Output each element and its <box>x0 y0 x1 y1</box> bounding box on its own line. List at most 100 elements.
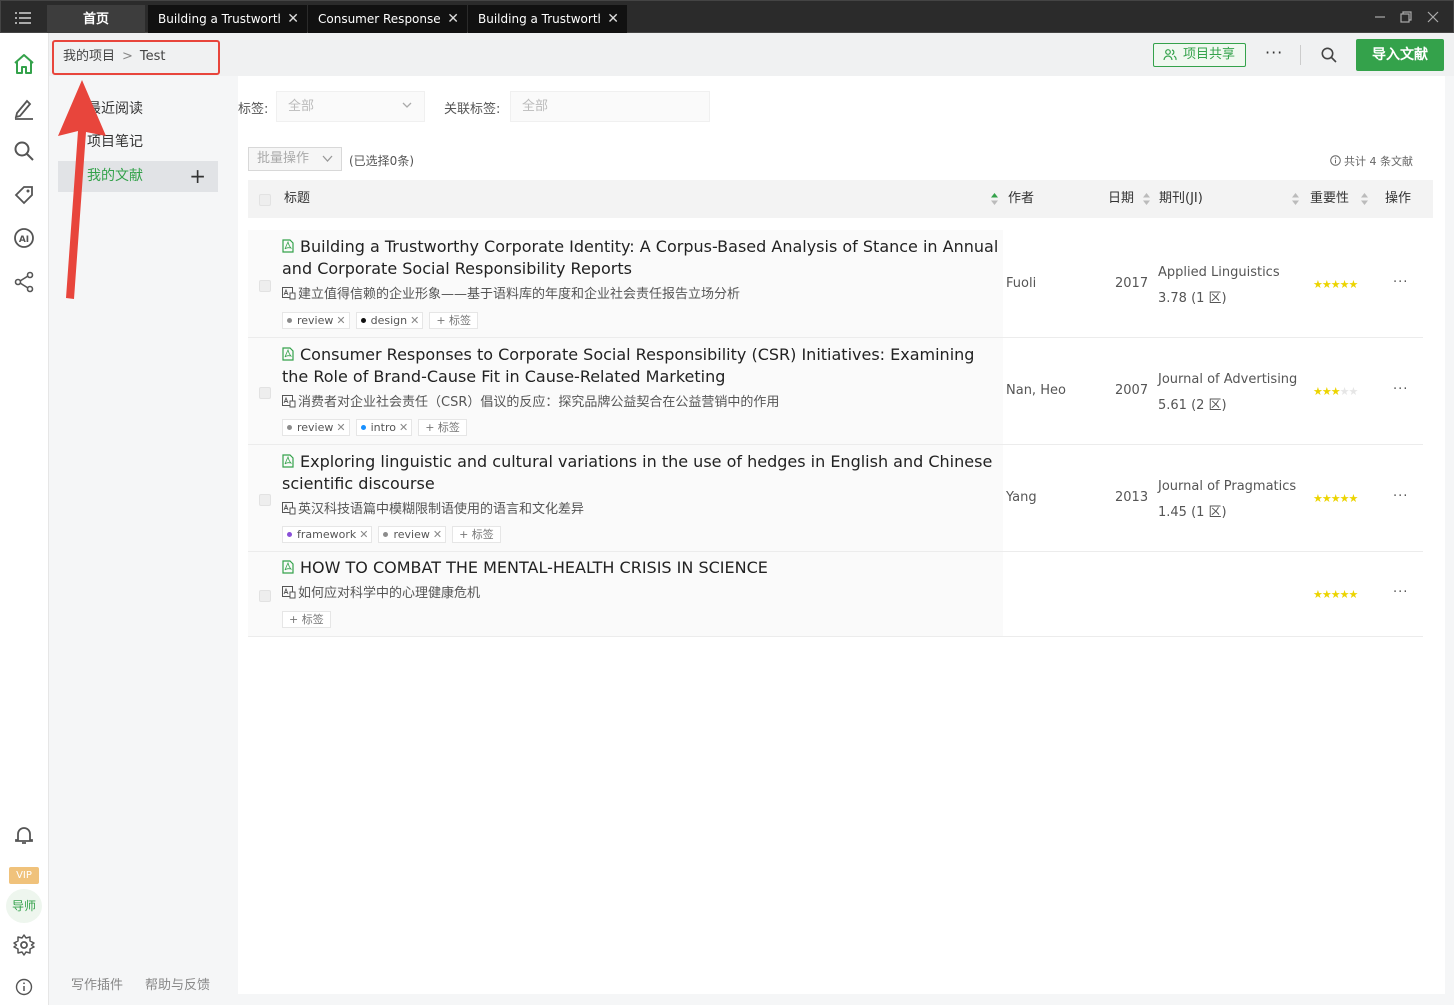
linked-tag-select[interactable]: 全部 <box>510 91 710 122</box>
table-row[interactable]: HOW TO COMBAT THE MENTAL-HEALTH CRISIS I… <box>248 552 1423 637</box>
search-icon[interactable] <box>12 139 36 163</box>
sort-icon[interactable] <box>1361 193 1368 205</box>
tab-document[interactable]: Consumer Responses... ✕ <box>308 5 467 34</box>
rating-stars[interactable]: ★★★★★ <box>1313 492 1358 505</box>
add-icon[interactable]: + <box>189 161 206 192</box>
vip-badge[interactable]: VIP <box>9 867 39 884</box>
sort-icon[interactable] <box>1292 193 1299 205</box>
table-row[interactable]: Exploring linguistic and cultural variat… <box>248 445 1423 552</box>
remove-tag-icon[interactable]: ✕ <box>336 421 345 434</box>
row-journal: Applied Linguistics <box>1158 265 1280 280</box>
row-checkbox[interactable] <box>259 494 271 506</box>
gear-icon[interactable] <box>12 933 36 957</box>
pdf-icon <box>282 347 294 361</box>
row-title[interactable]: Building a Trustworthy Corporate Identit… <box>282 236 1002 280</box>
row-author: Yang <box>1006 490 1037 505</box>
import-literature-button[interactable]: 导入文献 <box>1356 39 1444 71</box>
row-more-button[interactable]: ··· <box>1393 585 1408 600</box>
tag-chip[interactable]: review ✕ <box>378 526 447 543</box>
total-count: 共计 4 条文献 <box>1330 153 1413 169</box>
rating-stars[interactable]: ★★★★★ <box>1313 278 1358 291</box>
remove-tag-icon[interactable]: ✕ <box>433 528 442 541</box>
info-icon[interactable] <box>15 978 33 996</box>
row-title[interactable]: Consumer Responses to Corporate Social R… <box>282 344 1002 388</box>
minimize-icon[interactable] <box>1373 10 1387 24</box>
row-subtitle: 如何应对科学中的心理健康危机 <box>282 582 480 601</box>
sort-icon[interactable] <box>991 193 998 205</box>
tag-chip[interactable]: review ✕ <box>282 419 350 436</box>
tag-filter-select[interactable]: 全部 <box>276 91 425 122</box>
row-year: 2007 <box>1115 383 1149 398</box>
translate-icon <box>282 502 296 515</box>
tag-chip[interactable]: review ✕ <box>282 312 350 329</box>
header-importance[interactable]: 重要性 <box>1310 180 1349 218</box>
rating-stars[interactable]: ★★★★★ <box>1313 588 1358 601</box>
home-icon[interactable] <box>12 52 36 76</box>
row-checkbox[interactable] <box>259 387 271 399</box>
chevron-down-icon <box>402 102 412 108</box>
remove-tag-icon[interactable]: ✕ <box>410 314 419 327</box>
tag-chip[interactable]: intro ✕ <box>355 419 413 436</box>
tag-name: review <box>297 421 334 434</box>
row-more-button[interactable]: ··· <box>1393 382 1408 397</box>
share-icon[interactable] <box>12 270 36 294</box>
row-tags: review ✕ design ✕ + 标签 <box>282 312 484 329</box>
batch-operation-button[interactable]: 批量操作 <box>248 147 342 171</box>
rating-stars[interactable]: ★★★★★ <box>1313 385 1358 398</box>
breadcrumb-root[interactable]: 我的项目 <box>63 49 115 64</box>
sort-icon[interactable] <box>1143 193 1150 205</box>
add-tag-button[interactable]: + 标签 <box>452 526 501 543</box>
table-row[interactable]: Consumer Responses to Corporate Social R… <box>248 338 1423 445</box>
tab-home[interactable]: 首页 <box>47 5 145 34</box>
header-date[interactable]: 日期 <box>1108 180 1134 218</box>
select-all-checkbox[interactable] <box>259 194 271 206</box>
row-journal: Journal of Pragmatics <box>1158 479 1297 494</box>
tag-dot <box>287 532 292 537</box>
tag-filter-label: 标签: <box>238 102 269 117</box>
project-share-button[interactable]: 项目共享 <box>1153 43 1246 67</box>
row-title[interactable]: Exploring linguistic and cultural variat… <box>282 451 1002 495</box>
row-checkbox[interactable] <box>259 280 271 292</box>
tag-chip[interactable]: framework ✕ <box>282 526 373 543</box>
tutor-button[interactable]: 导师 <box>6 889 42 923</box>
table-row[interactable]: Building a Trustworthy Corporate Identit… <box>248 230 1423 338</box>
close-icon[interactable] <box>1426 10 1440 24</box>
add-tag-button[interactable]: + 标签 <box>418 419 467 436</box>
selected-count: (已选择0条) <box>349 154 414 168</box>
menu-icon[interactable] <box>15 12 31 24</box>
tag-icon[interactable] <box>12 183 36 207</box>
remove-tag-icon[interactable]: ✕ <box>336 314 345 327</box>
add-tag-button[interactable]: + 标签 <box>429 312 479 329</box>
add-tag-button[interactable]: + 标签 <box>282 611 331 628</box>
tab-label: Building a Trustworth... <box>158 12 280 26</box>
row-checkbox[interactable] <box>259 590 271 602</box>
tab-close-icon[interactable]: ✕ <box>447 5 459 34</box>
writing-plugin-link[interactable]: 写作插件 <box>71 974 123 993</box>
row-more-button[interactable]: ··· <box>1393 275 1408 290</box>
tab-close-icon[interactable]: ✕ <box>607 5 619 34</box>
bell-icon[interactable] <box>12 823 36 847</box>
remove-tag-icon[interactable]: ✕ <box>359 528 368 541</box>
row-more-button[interactable]: ··· <box>1393 489 1408 504</box>
help-feedback-link[interactable]: 帮助与反馈 <box>145 974 210 993</box>
row-author: Nan, Heo <box>1006 383 1066 398</box>
divider <box>1300 45 1301 65</box>
restore-icon[interactable] <box>1399 10 1413 24</box>
header-journal[interactable]: 期刊(JI) <box>1159 180 1203 218</box>
edit-icon[interactable] <box>12 96 36 120</box>
tab-close-icon[interactable]: ✕ <box>287 5 299 34</box>
ai-icon[interactable]: AI <box>12 226 36 250</box>
more-options-button[interactable]: ··· <box>1265 43 1283 62</box>
remove-tag-icon[interactable]: ✕ <box>399 421 408 434</box>
tab-document[interactable]: Building a Trustworth... ✕ <box>468 5 627 34</box>
header-title[interactable]: 标题 <box>284 180 310 218</box>
row-subtitle: 英汉科技语篇中模糊限制语使用的语言和文化差异 <box>282 498 584 517</box>
tab-document[interactable]: Building a Trustworth... ✕ <box>148 5 307 34</box>
search-icon[interactable] <box>1320 46 1338 64</box>
tag-chip[interactable]: design ✕ <box>355 312 424 329</box>
header-author: 作者 <box>1008 191 1035 206</box>
row-title[interactable]: HOW TO COMBAT THE MENTAL-HEALTH CRISIS I… <box>282 557 1002 579</box>
tag-filter-value: 全部 <box>288 99 315 114</box>
row-impact: 1.45 (1 区) <box>1158 505 1227 520</box>
row-subtitle-text: 英汉科技语篇中模糊限制语使用的语言和文化差异 <box>298 502 585 517</box>
